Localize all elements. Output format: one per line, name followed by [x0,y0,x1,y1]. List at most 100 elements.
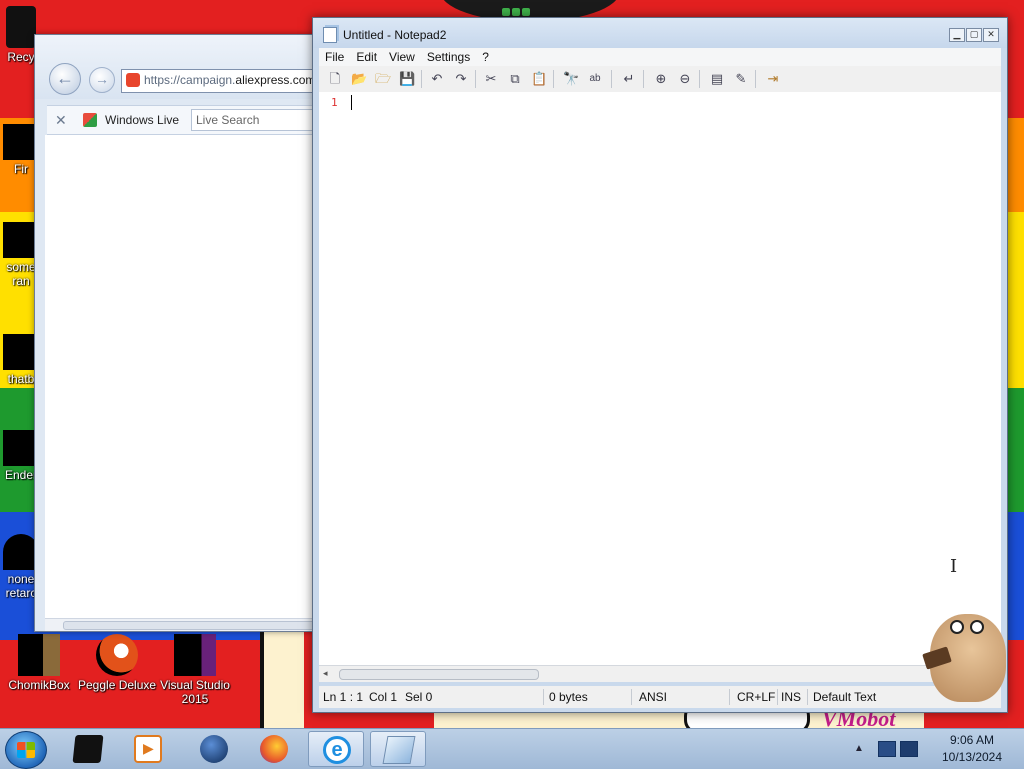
open-folder-icon[interactable]: 📂 [351,71,367,87]
maximize-button[interactable]: ▢ [966,28,982,42]
visual-studio-icon [174,634,216,676]
editor-area[interactable]: 1 ◂ [319,92,1001,682]
taskbar-button-globe[interactable] [186,731,242,767]
chomikbox-icon [18,634,60,676]
windows-live-icon [83,113,97,127]
zoom-in-icon[interactable]: ⊕ [653,71,669,87]
status-line-endings[interactable]: CR+LF [737,690,775,704]
replace-icon[interactable]: ab [587,71,603,87]
start-button[interactable] [5,731,47,769]
clock-time[interactable]: 9:06 AM [932,733,1012,747]
taskbar-button-app[interactable] [60,731,116,767]
save-icon[interactable]: 💾 [399,71,415,87]
undo-icon[interactable]: ↶ [429,71,445,87]
back-button[interactable]: ← [49,63,81,95]
taskbar-button-media-player[interactable]: ▶ [120,731,176,767]
status-scheme[interactable]: Default Text [813,690,876,704]
exit-icon[interactable]: ⇥ [765,71,781,87]
desktop-icon-label: Visual Studio [160,678,230,692]
scrollbar-thumb[interactable] [339,669,539,680]
notepad2-icon [382,736,416,764]
address-url: https://campaign.aliexpress.com [144,73,315,87]
hamster-eye [970,620,984,634]
minimize-icon: ▁ [953,29,961,39]
aliexpress-favicon-icon [126,73,140,87]
play-icon: ▶ [143,740,154,756]
status-selection: Sel 0 [405,690,433,704]
windows-live-button[interactable]: Windows Live [105,113,179,127]
toolbar-separator [421,70,422,88]
desktop-icon-peggle[interactable]: Peggle Deluxe [78,634,156,692]
hamster-mascot[interactable] [920,606,1008,706]
status-separator [543,689,544,705]
green-dot [502,8,510,16]
desktop-icon-visual-studio[interactable]: Visual Studio 2015 [156,634,234,706]
menu-help[interactable]: ? [476,48,495,66]
horizontal-scrollbar[interactable]: ◂ [319,665,1001,682]
new-file-icon[interactable]: 🗋 [327,71,343,87]
status-separator [729,689,730,705]
scrollbar-thumb[interactable] [63,621,317,630]
browse-icon[interactable]: 🗁 [375,71,391,87]
taskbar-button-internet-explorer[interactable]: e [308,731,364,767]
toolbar-separator [643,70,644,88]
cut-icon[interactable]: ✂ [483,71,499,87]
system-tray: ▲ 9:06 AM 10/13/2024 [854,729,1024,769]
windows-live-toolbar: ✕ Windows Live Live Search [47,105,337,135]
close-toolbar-icon[interactable]: ✕ [55,112,67,129]
find-icon[interactable]: 🔭 [563,71,579,87]
status-column: Col 1 [369,690,398,704]
firefox-icon [260,735,288,763]
scheme-icon[interactable]: ▤ [709,71,725,87]
green-dot [512,8,520,16]
status-line-position: Ln 1 : 1 [323,690,364,704]
taskbar-button-notepad2[interactable] [370,731,426,767]
title-bar[interactable]: Untitled - Notepad2 ▁ ▢ ✕ [313,18,1007,48]
menu-view[interactable]: View [383,48,421,66]
ie-horizontal-scrollbar[interactable] [45,618,325,631]
text-cursor-icon: I [950,556,958,577]
taskbar-button-firefox[interactable] [246,731,302,767]
notepad2-window[interactable]: Untitled - Notepad2 ▁ ▢ ✕ File Edit View Se… [312,17,1008,713]
action-center-icon[interactable] [900,741,918,757]
media-player-icon: ▶ [134,735,162,763]
toolbar-separator [611,70,612,88]
windows-logo-icon [17,742,35,758]
black-app-icon [72,735,104,763]
network-icon[interactable] [878,741,896,757]
word-wrap-icon[interactable]: ↵ [621,71,637,87]
copy-icon[interactable]: ⧉ [507,71,523,87]
address-bar[interactable]: https://campaign.aliexpress.com [121,69,333,93]
toolbar-separator [553,70,554,88]
toolbar-separator [475,70,476,88]
peggle-icon [96,634,138,676]
redo-icon[interactable]: ↷ [453,71,469,87]
status-size: 0 bytes [549,690,588,704]
status-encoding[interactable]: ANSI [639,690,667,704]
arrow-right-icon: → [95,71,109,87]
toolbar-separator [699,70,700,88]
zoom-out-icon[interactable]: ⊖ [677,71,693,87]
desktop-icon-chomikbox[interactable]: ChomikBox [0,634,78,692]
internet-explorer-window[interactable]: ← → https://campaign.aliexpress.com ✕ Wi… [34,34,337,632]
menu-settings[interactable]: Settings [421,48,476,66]
ie-page-content[interactable] [45,135,325,619]
show-hidden-icons-icon[interactable]: ▲ [854,743,864,754]
close-button[interactable]: ✕ [983,28,999,42]
desktop-icon-label: Peggle Deluxe [78,678,157,692]
recycle-bin-icon [6,6,36,48]
paste-icon[interactable]: 📋 [531,71,547,87]
minimize-button[interactable]: ▁ [949,28,965,42]
menu-file[interactable]: File [319,48,350,66]
window-title: Untitled - Notepad2 [343,28,447,42]
line-number: 1 [331,96,338,109]
desktop-icon-label: ChomikBox [8,678,70,692]
customize-schemes-icon[interactable]: ✎ [733,71,749,87]
status-insert-mode[interactable]: INS [781,690,801,704]
hamster-eye [950,620,964,634]
clock-date[interactable]: 10/13/2024 [932,750,1012,764]
forward-button[interactable]: → [89,67,115,93]
scroll-left-icon[interactable]: ◂ [323,668,328,679]
status-separator [807,689,808,705]
menu-edit[interactable]: Edit [350,48,383,66]
